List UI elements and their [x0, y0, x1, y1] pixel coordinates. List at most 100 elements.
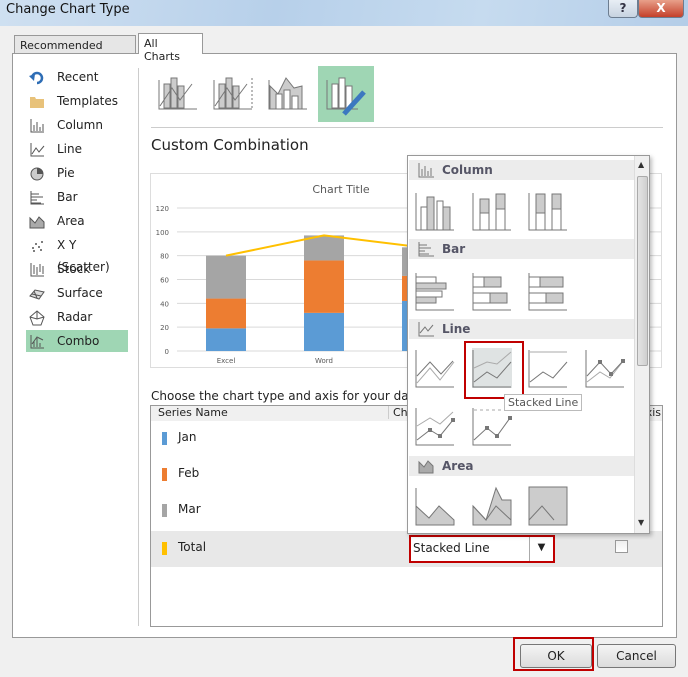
chart-option-bar-3[interactable]	[528, 271, 568, 311]
help-button[interactable]: ?	[608, 0, 638, 18]
scroll-thumb[interactable]	[637, 176, 648, 366]
bar-feb	[304, 260, 344, 313]
sidebar-item-label: Combo	[57, 334, 100, 348]
line-markers-chart-icon	[472, 408, 512, 446]
y-tick-label: 120	[156, 205, 169, 213]
series-name: Feb	[178, 466, 200, 480]
series-color-swatch	[162, 504, 167, 517]
tab-recommended-charts[interactable]: Recommended Charts	[14, 35, 136, 65]
recent-icon	[29, 71, 44, 85]
bar-chart-icon	[528, 273, 567, 311]
area-chart-icon	[415, 488, 455, 526]
divider	[138, 68, 139, 626]
sidebar-item-area[interactable]: Area	[26, 210, 128, 232]
radar-chart-icon	[29, 310, 45, 326]
y-tick-label: 80	[160, 253, 169, 261]
chart-option-line-3[interactable]	[528, 348, 568, 388]
folder-icon	[30, 97, 44, 108]
sidebar-item-label: Recent	[57, 70, 99, 84]
chart-option-bar-1[interactable]	[415, 271, 455, 311]
sidebar-item-templates[interactable]: Templates	[26, 90, 128, 112]
custom-combination-button[interactable]	[318, 66, 374, 122]
chart-option-area-1[interactable]	[415, 486, 455, 526]
combo-clustered-column-line-button[interactable]	[152, 66, 208, 122]
sidebar-item-label: Radar	[57, 310, 93, 324]
sidebar-item-pie[interactable]: Pie	[26, 162, 128, 184]
highlight-stacked-line	[464, 341, 524, 399]
sidebar-item-label: Surface	[57, 286, 103, 300]
bar-chart-icon	[30, 191, 44, 205]
header-series-name: Series Name	[158, 406, 228, 419]
section-label: Line	[442, 322, 471, 336]
chart-type-select[interactable]: Stacked Line ▼	[409, 535, 555, 563]
table-row[interactable]: Total	[151, 531, 662, 567]
series-color-swatch	[162, 432, 167, 445]
sidebar-item-recent[interactable]: Recent	[26, 66, 128, 88]
area-chart-icon	[29, 216, 45, 229]
bar-chart-icon	[415, 273, 454, 311]
pie-chart-icon	[30, 167, 44, 181]
column-chart-icon	[415, 193, 454, 231]
ok-button[interactable]: OK	[520, 644, 592, 668]
chart-option-line-markers-1[interactable]	[415, 406, 455, 446]
section-title: Custom Combination	[151, 136, 309, 154]
close-button[interactable]: X	[638, 0, 684, 18]
column-chart-icon	[472, 193, 511, 231]
line-markers-chart-icon	[415, 408, 455, 446]
chart-option-area-2[interactable]	[472, 486, 512, 526]
scatter-chart-icon	[32, 241, 43, 252]
y-tick-label: 100	[156, 229, 169, 237]
sidebar-item-line[interactable]: Line	[26, 138, 128, 160]
chart-title: Chart Title	[312, 183, 370, 196]
sidebar-item-label: Area	[57, 214, 85, 228]
chart-option-line-4[interactable]	[585, 348, 625, 388]
chart-option-line-1[interactable]	[415, 348, 455, 388]
sidebar-item-label: Line	[57, 142, 83, 156]
y-tick-label: 60	[160, 277, 169, 285]
sidebar-item-label: Stock	[57, 262, 91, 276]
sidebar-item-combo[interactable]: Combo	[26, 330, 128, 352]
chart-option-column-3[interactable]	[528, 191, 568, 231]
tooltip: Stacked Line	[504, 394, 583, 411]
sidebar-item-column[interactable]: Column	[26, 114, 128, 136]
surface-chart-icon	[29, 289, 45, 300]
combo-stacked-area-column-button[interactable]	[262, 66, 318, 122]
bar-chart-icon	[472, 273, 511, 311]
chevron-down-icon[interactable]: ▼	[529, 537, 553, 561]
line-chart-icon	[528, 350, 568, 388]
dropdown-scrollbar[interactable]: ▲ ▼	[634, 156, 649, 533]
sidebar-item-radar[interactable]: Radar	[26, 306, 128, 328]
y-tick-label: 40	[160, 300, 169, 308]
section-area: Area	[409, 456, 634, 476]
combo-column-line-secondary-button[interactable]	[207, 66, 263, 122]
section-column: Column	[409, 160, 634, 180]
secondary-axis-checkbox[interactable]	[615, 540, 628, 553]
chart-option-bar-2[interactable]	[472, 271, 512, 311]
y-tick-label: 0	[165, 348, 169, 356]
chart-option-area-3[interactable]	[528, 486, 568, 526]
sidebar-item-label: Column	[57, 118, 103, 132]
line-chart-icon	[30, 143, 45, 157]
chart-type-dropdown: Column Bar Line Area ▲ ▼	[407, 155, 650, 534]
y-tick-label: 20	[160, 324, 169, 332]
scroll-up-icon[interactable]: ▲	[638, 160, 644, 169]
sidebar-item-label: Templates	[57, 94, 119, 108]
series-name: Total	[178, 540, 207, 554]
title-bar: Change Chart Type ? X	[0, 0, 688, 26]
tab-all-charts[interactable]: All Charts	[138, 33, 203, 63]
stock-chart-icon	[30, 263, 44, 277]
chart-option-line-markers-2[interactable]	[472, 406, 512, 446]
sidebar-item-x-y-scatter[interactable]: X Y (Scatter)	[26, 234, 128, 274]
section-label: Area	[442, 459, 474, 473]
area-chart-icon	[472, 486, 512, 526]
sidebar-item-bar[interactable]: Bar	[26, 186, 128, 208]
cancel-button[interactable]: Cancel	[597, 644, 676, 668]
bar-jan	[304, 312, 344, 351]
sidebar-item-stock[interactable]: Stock	[26, 258, 128, 280]
separator	[151, 127, 663, 128]
x-tick-label: Excel	[217, 357, 236, 365]
chart-option-column-1[interactable]	[415, 191, 455, 231]
scroll-down-icon[interactable]: ▼	[638, 518, 644, 527]
sidebar-item-surface[interactable]: Surface	[26, 282, 128, 304]
chart-option-column-2[interactable]	[472, 191, 512, 231]
